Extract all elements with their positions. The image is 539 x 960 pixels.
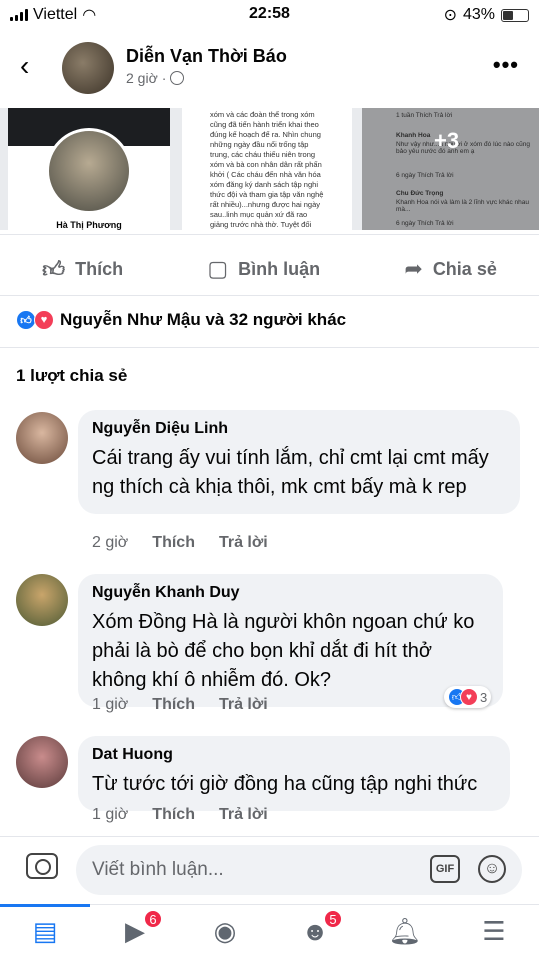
menu-icon: ☰ [482,915,506,946]
tab-news-feed[interactable]: ▤ [25,913,65,949]
commenter-avatar[interactable] [16,574,68,626]
photo-2[interactable]: xóm và các đoàn thể trong xóm cũng đã ti… [182,108,352,230]
like-label: Thích [75,258,124,279]
tab-watch[interactable]: ▶ 6 [115,909,163,949]
comment-composer: Viết bình luận... GIF ☺ [0,836,539,904]
share-button[interactable]: ➦ Chia sẻ [404,256,496,282]
divider [0,295,539,296]
tab-profile[interactable]: ◉ [205,913,245,949]
page-name[interactable]: Diễn Vạn Thời Báo [126,46,287,67]
gif-button[interactable]: GIF [430,855,460,883]
comment-time: 1 giờ [92,696,129,713]
comment-reactions[interactable]: 👍︎ ♥ 3 [444,686,492,708]
tab-notifications[interactable]: 🔔︎ [385,913,425,949]
active-tab-indicator [0,904,90,907]
reactions-text: Nguyễn Như Mậu và 32 người khác [60,310,347,329]
photo-1-caption: Hà Thị Phương [56,220,122,230]
shares-count[interactable]: 1 lượt chia sẻ [16,366,127,386]
bottom-tab-bar: ▤ ▶ 6 ◉ ☻ 5 🔔︎ ☰ [0,904,539,960]
divider [0,234,539,235]
thumbs-up-icon: 👍︎ [42,256,66,282]
reactions-summary[interactable]: 👍︎ ♥ Nguyễn Như Mậu và 32 người khác [16,310,346,330]
comment-bubble[interactable]: Dat Huong Từ tước tới giờ đồng ha cũng t… [78,736,510,811]
bell-icon: 🔔︎ [388,915,422,946]
more-photos-count: +3 [434,128,460,153]
comment-like-button[interactable]: Thích [152,806,195,824]
status-bar: Viettel ◠ 22:58 ⊙ 43% [0,0,539,28]
post-meta: 2 giờ · [126,70,185,86]
like-reaction-icon: 👍︎ [16,310,36,330]
comment-like-button[interactable]: Thích [152,696,195,714]
commenter-name[interactable]: Nguyễn Diệu Linh [92,420,506,438]
comment-meta: 1 giờ Thích Trả lời [92,806,268,824]
commenter-avatar[interactable] [16,412,68,464]
more-options-button[interactable]: ••• [493,52,519,78]
comment-time: 2 giờ [92,534,129,551]
post-actions: 👍︎ Thích ▢ Bình luận ➦ Chia sẻ [0,246,539,292]
share-icon: ➦ [404,256,423,281]
post-time[interactable]: 2 giờ [126,70,158,86]
comment-text: Xóm Đồng Hà là người khôn ngoan chứ ko p… [92,611,475,691]
news-feed-icon: ▤ [32,915,58,946]
share-label: Chia sẻ [432,258,497,279]
comment-label: Bình luận [238,258,321,279]
commenter-name[interactable]: Nguyễn Khanh Duy [92,584,489,602]
photo-1-profile-image [46,128,132,214]
comment-button[interactable]: ▢ Bình luận [207,256,320,282]
video-icon: ▶ [125,915,145,946]
like-button[interactable]: 👍︎ Thích [42,256,123,283]
comment-reply-button[interactable]: Trả lời [219,534,268,552]
comment-reaction-count: 3 [480,689,488,705]
battery-icon [501,8,529,22]
orientation-lock-icon: ⊙ [443,7,457,24]
groups-badge: 5 [323,909,343,929]
meta-separator: · [161,70,167,86]
commenter-avatar[interactable] [16,736,68,788]
comment-time: 1 giờ [92,806,129,823]
page-avatar[interactable] [62,42,114,94]
comment-meta: 2 giờ Thích Trả lời [92,534,268,552]
comment-like-button[interactable]: Thích [152,534,195,552]
post-header: ‹ Diễn Vạn Thời Báo 2 giờ · ••• [0,38,539,100]
photo-3-overlay [362,108,539,230]
back-button[interactable]: ‹ [20,50,29,82]
divider [0,347,539,348]
tab-menu[interactable]: ☰ [474,913,514,949]
emoji-icon[interactable]: ☺ [478,855,506,883]
comment-reply-button[interactable]: Trả lời [219,806,268,824]
photo-1[interactable]: Hà Thị Phương [8,108,170,230]
battery-percent: 43% [462,6,495,23]
photo-3[interactable]: 1 tuần Thích Trả lời Khanh Hoa Như vậy n… [362,108,539,230]
globe-icon [170,71,185,85]
post-photos[interactable]: Hà Thị Phương xóm và các đoàn thể trong … [0,108,539,230]
comment-bubble[interactable]: Nguyễn Khanh Duy Xóm Đồng Hà là người kh… [78,574,503,707]
watch-badge: 6 [143,909,163,929]
photo-2-text: xóm và các đoàn thể trong xóm cũng đã ti… [210,110,324,229]
comment-text: Từ tước tới giờ đồng ha cũng tập nghi th… [92,773,478,795]
comment-text: Cái trang ấy vui tính lắm, chỉ cmt lại c… [92,447,489,498]
commenter-name[interactable]: Dat Huong [92,746,496,764]
love-reaction-icon: ♥ [460,688,478,706]
comment-bubble[interactable]: Nguyễn Diệu Linh Cái trang ấy vui tính l… [78,410,520,514]
love-reaction-icon: ♥ [34,310,54,330]
battery-info: ⊙ 43% [444,5,529,25]
comment-meta: 1 giờ Thích Trả lời [92,696,268,714]
comment-reply-button[interactable]: Trả lời [219,696,268,714]
profile-icon: ◉ [213,915,237,946]
tab-groups[interactable]: ☻ 5 [295,909,343,949]
camera-icon[interactable] [26,853,58,879]
comment-icon: ▢ [207,256,229,281]
